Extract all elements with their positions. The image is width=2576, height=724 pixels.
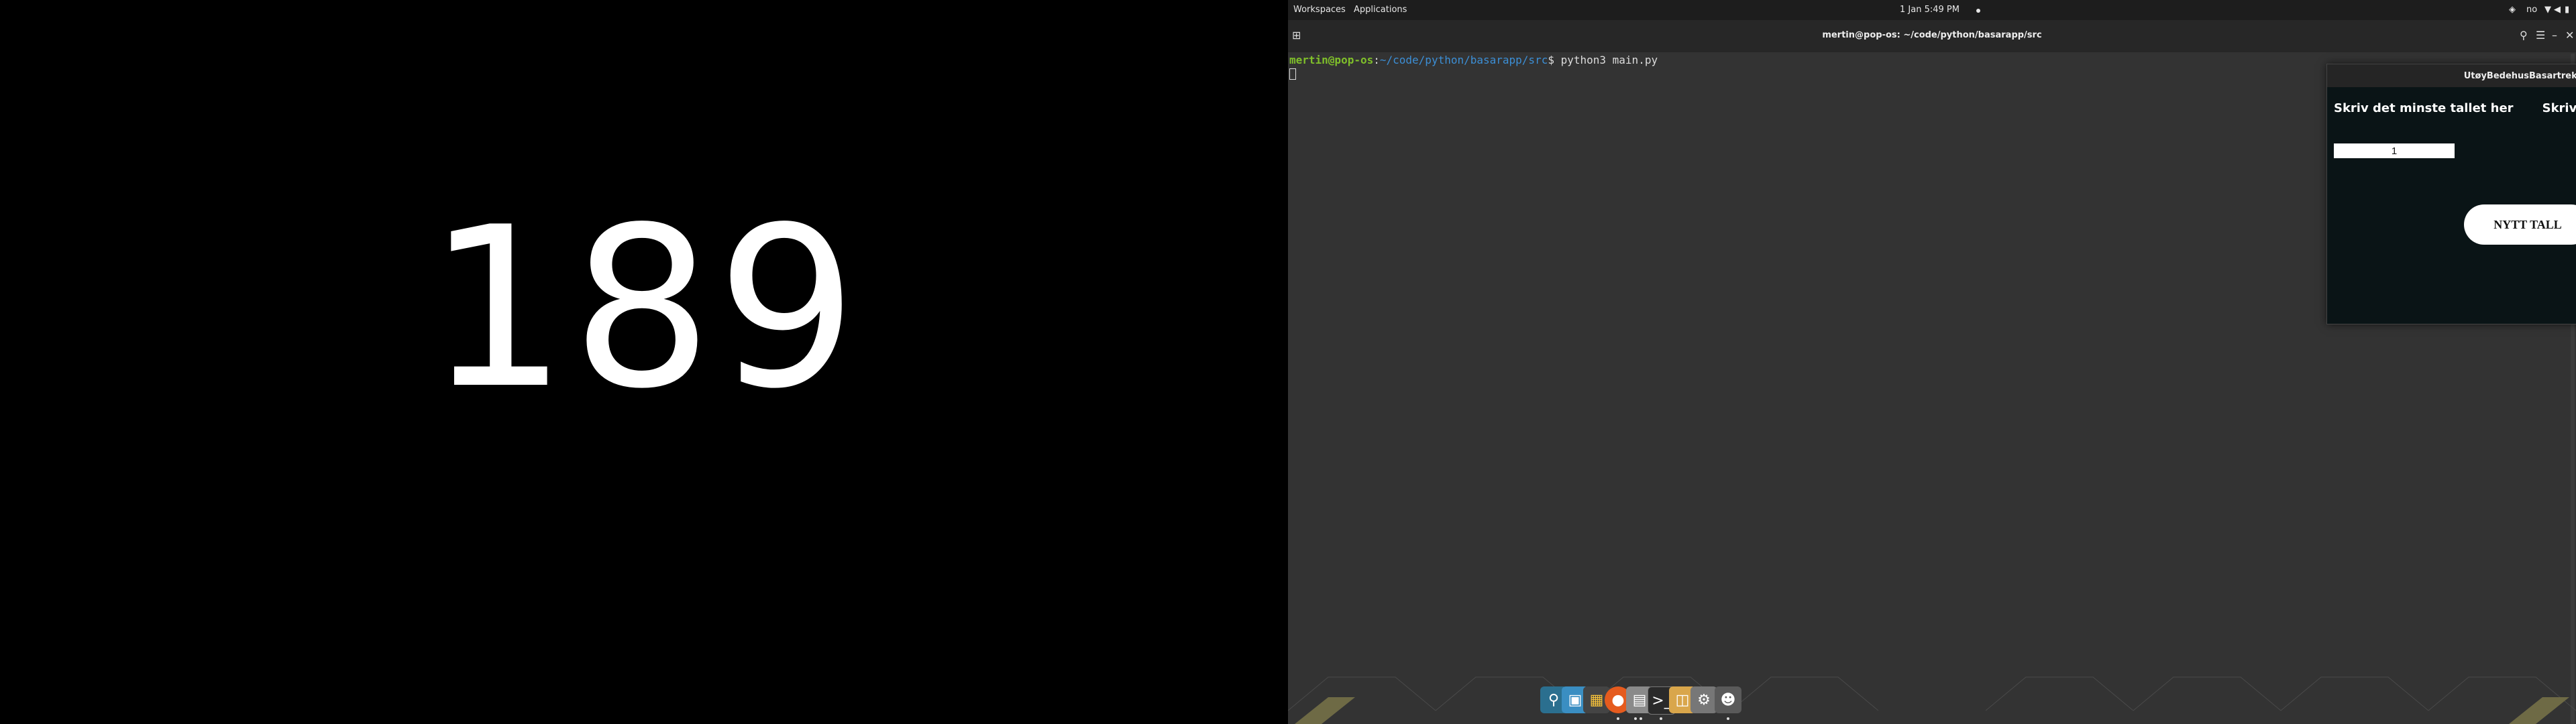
user-avatar[interactable]: ☻ (1715, 686, 1741, 713)
right-monitor: Workspaces Applications 1 Jan 5:49 PM ◈ … (1288, 0, 2576, 724)
app-title: UtøyBedehusBasartrekker (2463, 71, 2576, 81)
running-indicator (1634, 717, 1637, 720)
applications-button[interactable]: Applications (1354, 5, 1407, 15)
left-monitor: 189 (0, 0, 1288, 724)
app-titlebar[interactable]: UtøyBedehusBasartrekker – ✕ (2327, 64, 2576, 87)
menu-icon[interactable]: ☰ (2536, 29, 2545, 42)
min-input[interactable] (2334, 143, 2455, 158)
prompt-path: ~/code/python/basarapp/src (1379, 54, 1548, 66)
battery-icon[interactable]: ▮ (2565, 5, 2569, 15)
terminal-command: python3 main.py (1560, 54, 1658, 66)
terminal-cursor (1289, 68, 1296, 80)
terminal-output[interactable]: mertin@pop-os:~/code/python/basarapp/src… (1289, 54, 1658, 66)
max-label: Skriv det største tallet her (2542, 101, 2576, 115)
notification-dot (1976, 9, 1980, 13)
volume-icon[interactable]: ◀ (2554, 5, 2561, 15)
top-panel: Workspaces Applications 1 Jan 5:49 PM ◈ … (1288, 0, 2576, 20)
clock[interactable]: 1 Jan 5:49 PM (1900, 5, 1960, 15)
terminal-header: ⊞ mertin@pop-os: ~/code/python/basarapp/… (1288, 20, 2576, 52)
running-indicator (1617, 717, 1619, 720)
prompt-separator: : (1373, 54, 1380, 66)
minimize-icon[interactable]: – (2552, 29, 2557, 42)
terminal-title: mertin@pop-os: ~/code/python/basarapp/sr… (1822, 30, 2042, 40)
indicator-icon[interactable]: ◈ (2509, 5, 2516, 15)
running-indicator (1727, 717, 1729, 720)
search-icon[interactable]: ⚲ (2520, 29, 2528, 42)
dock: ⚲ ▣ ▦ ● ▤ >_ ◫ ⚙ ☻ (1288, 677, 2576, 724)
keyboard-layout-indicator[interactable]: no (2526, 5, 2537, 15)
running-indicator (1660, 717, 1662, 720)
workspaces-button[interactable]: Workspaces (1293, 5, 1346, 15)
drawn-number-display: 189 (427, 180, 861, 437)
prompt-dollar: $ (1548, 54, 1561, 66)
new-number-button[interactable]: NYTT TALL (2464, 204, 2576, 245)
close-icon[interactable]: ✕ (2565, 29, 2574, 42)
running-indicator (1640, 717, 1642, 720)
prompt-user: mertin@pop-os (1289, 54, 1374, 66)
app-window[interactable]: UtøyBedehusBasartrekker – ✕ Skriv det mi… (2326, 64, 2576, 324)
settings-icon[interactable]: ⚙ (1690, 686, 1717, 713)
wifi-icon[interactable]: ▼ (2544, 5, 2551, 15)
